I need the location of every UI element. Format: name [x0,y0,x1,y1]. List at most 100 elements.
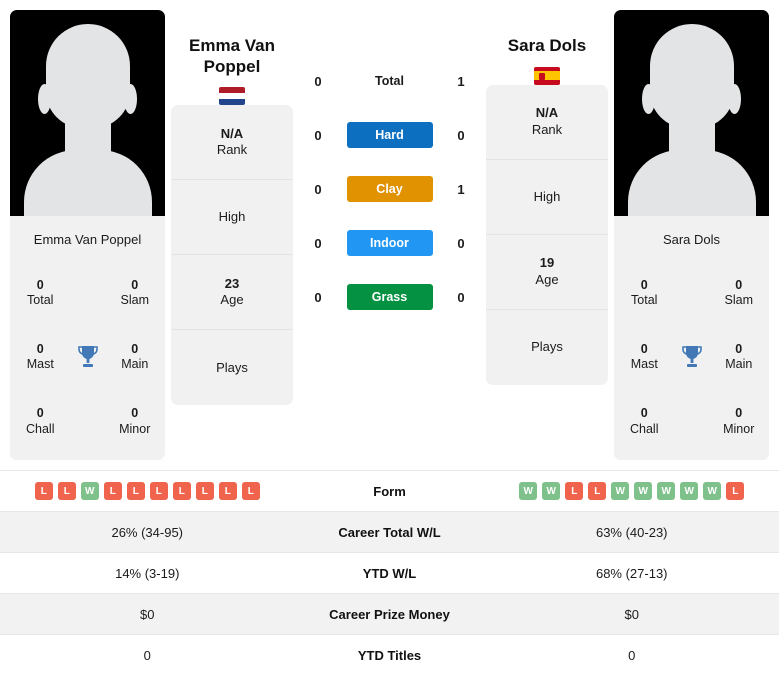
right-stat-value: $0 [624,606,639,622]
right-titles-minor-label: Minor [723,421,755,436]
left-titles-mast: 0 Mast [10,342,71,373]
table-row: 14% (3-19) YTD W/L 68% (27-13) [0,552,779,593]
left-titles-mast-value: 0 [36,341,44,356]
right-titles-slam-value: 0 [735,277,743,292]
table-row: 26% (34-95) Career Total W/L 63% (40-23) [0,511,779,552]
right-age-label: Age [535,271,559,287]
left-titles-main-value: 0 [131,341,139,356]
stat-row-label: YTD Titles [357,647,422,663]
right-titles-mast: 0 Mast [614,342,675,373]
head-to-head-column: 0 Total 1 0 Hard 0 0 Clay 1 0 Indoor 0 0 Grass 0 [299,10,480,338]
left-titles-minor: 0 Minor [105,406,166,437]
left-titles-total-label: Total [27,293,54,308]
form-row-label: Form [373,483,406,499]
left-player-name: Emma Van Poppel [189,36,275,77]
h2h-left-score: 0 [314,289,322,305]
right-form-badges: WWLLWWWWWL [485,482,779,500]
left-player-info-column: Emma Van Poppel N/A Rank High 23 Age Pla… [171,10,293,406]
form-badge: W [611,482,630,500]
form-badge: W [80,482,99,500]
left-player-photo-caption: Emma Van Poppel [10,216,165,261]
left-titles-chall-label: Chall [26,421,55,436]
form-badge: W [634,482,653,500]
left-player-card[interactable]: Emma Van Poppel 0 Total 0 Slam 0 Mast 0 … [10,10,165,460]
avatar-body [627,150,756,216]
h2h-row-clay: 0 Clay 1 [299,176,480,202]
right-player-name-line1: Sara Dols [507,36,587,55]
right-titles-total-value: 0 [640,277,648,292]
avatar-ear-right [124,84,137,114]
right-player-card[interactable]: Sara Dols 0 Total 0 Slam 0 Mast 0 Main 0… [614,10,769,460]
avatar-silhouette-icon [45,24,130,128]
h2h-row-hard: 0 Hard 0 [299,122,480,148]
form-badge: L [565,482,584,500]
netherlands-flag-icon [219,87,245,106]
right-player-info-column: Sara Dols N/A Rank High 19 Age Plays [486,10,608,385]
right-titles-main: 0 Main [709,342,770,373]
form-badge: W [680,482,699,500]
right-titles-chall-value: 0 [640,406,648,421]
surface-chip-hard[interactable]: Hard [346,122,433,148]
form-badge: W [519,482,538,500]
right-titles-minor: 0 Minor [709,406,770,437]
h2h-right-score: 0 [457,289,465,305]
right-stat-value: 63% (40-23) [595,524,668,540]
left-titles-minor-value: 0 [131,406,139,421]
left-titles-main-label: Main [121,357,149,372]
right-titles-main-value: 0 [735,341,743,356]
form-badge: W [657,482,676,500]
left-titles-slam-value: 0 [131,277,139,292]
left-titles-total-value: 0 [36,277,44,292]
right-titles-total-label: Total [631,293,658,308]
stats-table: LLWLLLLLLL Form WWLLWWWWWL 26% (34-95) Ca… [0,470,779,675]
h2h-label-cell: Clay [337,176,442,202]
avatar-ear-right [728,84,741,114]
left-titles-minor-label: Minor [119,421,151,436]
right-titles-mast-value: 0 [640,341,648,356]
form-badge: L [218,482,237,500]
h2h-left-score: 0 [314,127,322,143]
right-age-value: 19 [539,255,555,271]
form-badge: W [703,482,722,500]
h2h-left-score: 0 [314,235,322,251]
right-player-name: Sara Dols [508,36,586,57]
right-plays-row: Plays [486,310,608,385]
form-row: LLWLLLLLLL Form WWLLWWWWWL [0,470,779,511]
right-titles-slam: 0 Slam [709,278,770,309]
left-rank-row: N/A Rank [171,105,293,181]
surface-chip-indoor[interactable]: Indoor [346,230,433,256]
left-titles-total: 0 Total [10,278,71,309]
right-titles-total: 0 Total [614,278,675,309]
form-badge: L [726,482,745,500]
form-badge: L [172,482,191,500]
right-rank-row: N/A Rank [486,85,608,160]
h2h-right-score: 1 [457,181,465,197]
left-stat-value: 0 [143,647,151,663]
avatar-body [23,150,152,216]
h2h-right-score: 1 [457,73,465,89]
form-badge: L [195,482,214,500]
avatar-ear-left [38,84,51,114]
left-plays-label: Plays [216,359,248,375]
h2h-left-score: 0 [314,181,322,197]
form-badge: W [542,482,561,500]
left-stat-value: 26% (34-95) [111,524,184,540]
right-titles-mast-label: Mast [630,357,658,372]
left-player-titles-grid: 0 Total 0 Slam 0 Mast 0 Main 0 Chall 0 M… [10,261,165,460]
form-badge: L [103,482,122,500]
right-high-row: High [486,160,608,235]
left-titles-slam-label: Slam [120,293,149,308]
left-player-name-line2: Poppel [203,56,261,76]
left-high-row: High [171,180,293,256]
h2h-row-total: 0 Total 1 [299,68,480,94]
right-player-info-card: N/A Rank High 19 Age Plays [486,84,608,385]
left-stat-value: $0 [140,606,155,622]
player-comparison-page: Emma Van Poppel 0 Total 0 Slam 0 Mast 0 … [0,0,779,699]
form-badge: L [126,482,145,500]
surface-chip-clay[interactable]: Clay [346,176,433,202]
right-player-photo-caption: Sara Dols [614,216,769,261]
form-badge: L [57,482,76,500]
left-age-label: Age [220,292,244,308]
surface-chip-grass[interactable]: Grass [346,284,433,310]
form-badge: L [149,482,168,500]
